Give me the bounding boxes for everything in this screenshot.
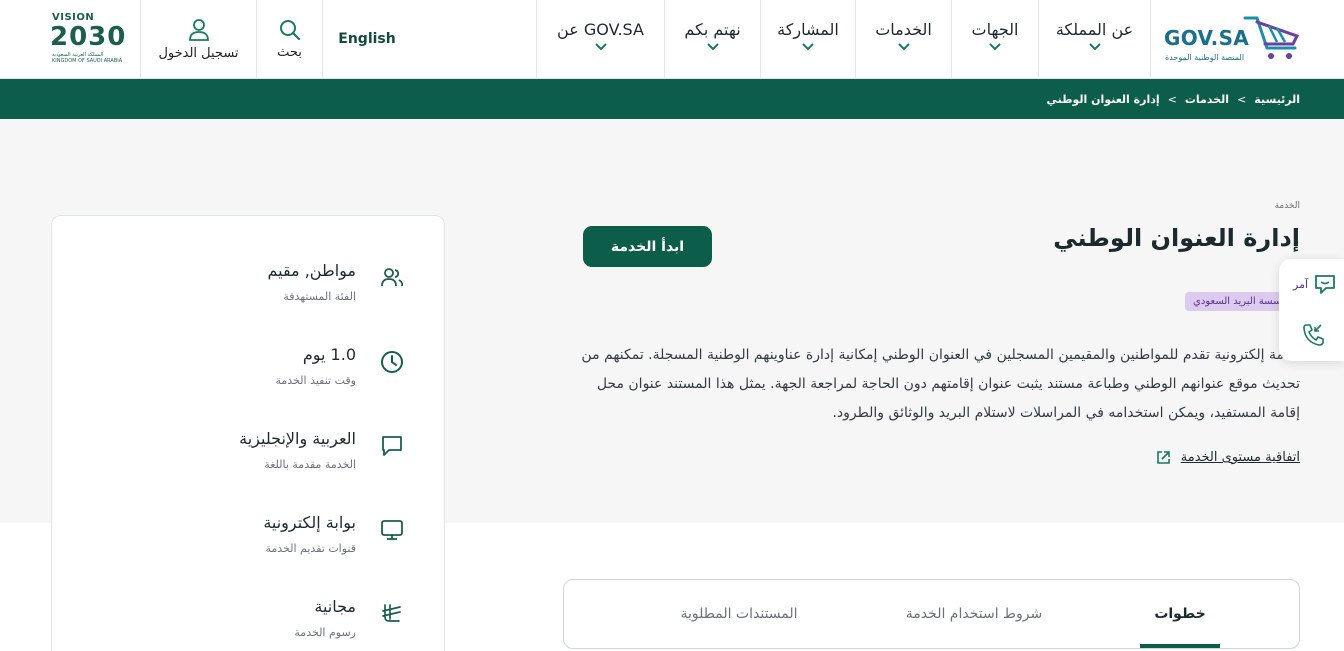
breadcrumb-home[interactable]: الرئيسية bbox=[1254, 93, 1300, 106]
nav-services[interactable]: الخدمات bbox=[855, 0, 951, 78]
chevron-down-icon bbox=[897, 43, 910, 51]
gov-cart-emblem-icon bbox=[1243, 16, 1300, 59]
info-key: وقت تنفيذ الخدمة bbox=[275, 374, 356, 387]
search-label: بحث bbox=[277, 44, 302, 60]
info-key: الفئة المستهدفة bbox=[283, 290, 356, 303]
search-button[interactable]: بحث bbox=[257, 0, 322, 78]
chevron-down-icon bbox=[594, 43, 607, 51]
chevron-down-icon bbox=[802, 43, 814, 51]
service-caption: الخدمة bbox=[1274, 201, 1300, 211]
info-execution-time: 1.0 يوم وقت تنفيذ الخدمة bbox=[96, 345, 356, 387]
start-service-button[interactable]: ابدأ الخدمة bbox=[583, 226, 712, 267]
breadcrumb: الرئيسية > الخدمات > إدارة العنوان الوطن… bbox=[1047, 79, 1300, 119]
riyal-icon bbox=[382, 604, 401, 622]
info-value: بوابة إلكترونية bbox=[263, 513, 356, 532]
logo-subtitle: المنصة الوطنية الموحدة bbox=[1165, 53, 1245, 62]
service-info-card: مواطن, مقيم الفئة المستهدفة 1.0 يوم وقت … bbox=[51, 215, 445, 651]
breadcrumb-separator: > bbox=[1167, 92, 1177, 106]
vision-year: 2030 bbox=[50, 22, 127, 52]
page-title: إدارة العنوان الوطني bbox=[1053, 224, 1300, 252]
login-label: تسجيل الدخول bbox=[158, 45, 239, 61]
breadcrumb-separator: > bbox=[1237, 92, 1247, 106]
nav-label: عن GOV.SA bbox=[557, 20, 644, 39]
tab-terms-of-use[interactable]: شروط استخدام الخدمة bbox=[884, 580, 1064, 648]
vision-2030-logo: VISION 2030 المملكة العربية السعودية KIN… bbox=[46, 12, 130, 68]
nav-about-gov[interactable]: عن GOV.SA bbox=[536, 0, 664, 78]
logo-title: GOV.SA bbox=[1164, 26, 1250, 50]
breadcrumb-services[interactable]: الخدمات bbox=[1185, 93, 1229, 106]
info-value: مجانية bbox=[314, 597, 356, 616]
chevron-down-icon bbox=[706, 43, 719, 51]
breadcrumb-bar: الرئيسية > الخدمات > إدارة العنوان الوطن… bbox=[0, 79, 1344, 119]
nav-label: نهتم بكم bbox=[684, 20, 741, 39]
chat-label[interactable]: آمر bbox=[1293, 278, 1308, 291]
tab-steps[interactable]: خطوات bbox=[1140, 580, 1220, 648]
tab-required-documents[interactable]: المستندات المطلوبة bbox=[654, 580, 824, 648]
info-target-audience: مواطن, مقيم الفئة المستهدفة bbox=[96, 261, 356, 303]
nav-we-care[interactable]: نهتم بكم bbox=[664, 0, 760, 78]
info-languages: العربية والإنجليزية الخدمة مقدمة باللغة bbox=[96, 429, 356, 471]
language-switch[interactable]: English bbox=[322, 0, 412, 78]
nav-label: عن المملكة bbox=[1055, 20, 1134, 39]
nav-participation[interactable]: المشاركة bbox=[760, 0, 855, 78]
chat-bubble-icon bbox=[382, 436, 402, 456]
monitor-icon bbox=[381, 520, 403, 540]
sla-label: اتفاقية مستوى الخدمة bbox=[1180, 450, 1300, 465]
vision-kingdom: المملكة العربية السعودية KINGDOM OF SAUD… bbox=[52, 52, 123, 64]
chevron-down-icon bbox=[1088, 43, 1101, 51]
sla-link[interactable]: اتفاقية مستوى الخدمة bbox=[1156, 450, 1300, 465]
nav-label: الجهات bbox=[971, 20, 1019, 39]
nav-label: الخدمات bbox=[875, 20, 932, 39]
info-value: 1.0 يوم bbox=[302, 345, 356, 364]
users-icon bbox=[381, 268, 404, 287]
chevron-down-icon bbox=[989, 43, 1001, 51]
user-icon bbox=[188, 18, 209, 41]
info-key: رسوم الخدمة bbox=[294, 626, 356, 639]
info-fees: مجانية رسوم الخدمة bbox=[96, 597, 356, 639]
floating-support-panel: آمر bbox=[1279, 259, 1344, 361]
chat-support-icon[interactable] bbox=[1313, 272, 1337, 296]
nav-agencies[interactable]: الجهات bbox=[951, 0, 1038, 78]
info-value: العربية والإنجليزية bbox=[239, 429, 356, 448]
clock-icon bbox=[381, 351, 403, 373]
gov-sa-logo[interactable]: GOV.SA المنصة الوطنية الموحدة bbox=[1150, 0, 1344, 78]
info-value: مواطن, مقيم bbox=[267, 261, 356, 280]
info-key: الخدمة مقدمة باللغة bbox=[264, 458, 356, 471]
info-key: قنوات تقديم الخدمة bbox=[265, 542, 356, 555]
phone-call-icon[interactable] bbox=[1301, 322, 1327, 348]
info-channels: بوابة إلكترونية قنوات تقديم الخدمة bbox=[96, 513, 356, 555]
login-button[interactable]: تسجيل الدخول bbox=[141, 0, 256, 78]
service-description: خدمة إلكترونية تقدم للمواطنين والمقيمين … bbox=[581, 347, 1300, 421]
external-link-icon bbox=[1156, 451, 1170, 464]
search-icon bbox=[279, 19, 300, 40]
service-tabs: المستندات المطلوبة شروط استخدام الخدمة خ… bbox=[563, 579, 1300, 649]
nav-about-kingdom[interactable]: عن المملكة bbox=[1038, 0, 1150, 78]
breadcrumb-current: إدارة العنوان الوطني bbox=[1046, 92, 1160, 106]
nav-label: المشاركة bbox=[777, 20, 839, 39]
top-header: VISION 2030 المملكة العربية السعودية KIN… bbox=[0, 0, 1344, 79]
